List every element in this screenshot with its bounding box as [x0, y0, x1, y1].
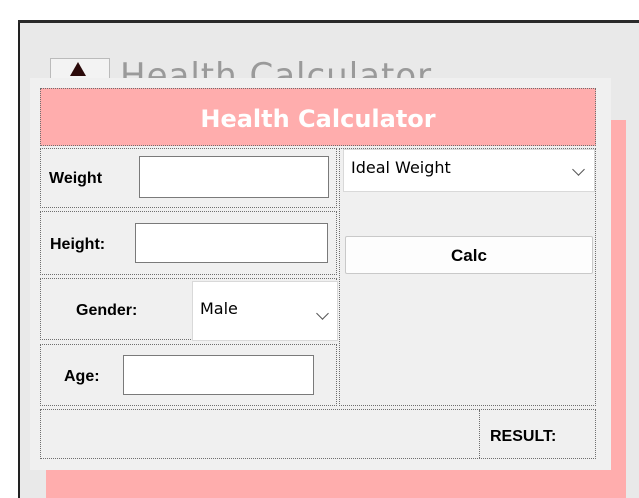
age-input[interactable]: [123, 355, 314, 395]
background-window-border: [18, 20, 639, 23]
calc-button[interactable]: Calc: [345, 236, 593, 274]
chevron-down-icon: [316, 307, 329, 320]
chevron-down-icon: [572, 163, 585, 176]
calc-type-select-value: Ideal Weight: [351, 158, 451, 177]
result-divider: [479, 410, 480, 458]
height-input[interactable]: [135, 223, 328, 263]
result-label: RESULT:: [490, 428, 557, 445]
weight-input[interactable]: [139, 156, 329, 198]
app-icon: [70, 62, 86, 76]
height-label: Height:: [50, 236, 106, 253]
age-label: Age:: [64, 368, 100, 385]
calc-type-select[interactable]: Ideal Weight: [343, 149, 595, 192]
form-title: Health Calculator: [200, 105, 436, 133]
gender-select[interactable]: Male: [192, 281, 338, 341]
gender-select-value: Male: [200, 299, 238, 318]
gender-label: Gender:: [76, 302, 138, 319]
weight-label: Weight: [49, 170, 103, 187]
